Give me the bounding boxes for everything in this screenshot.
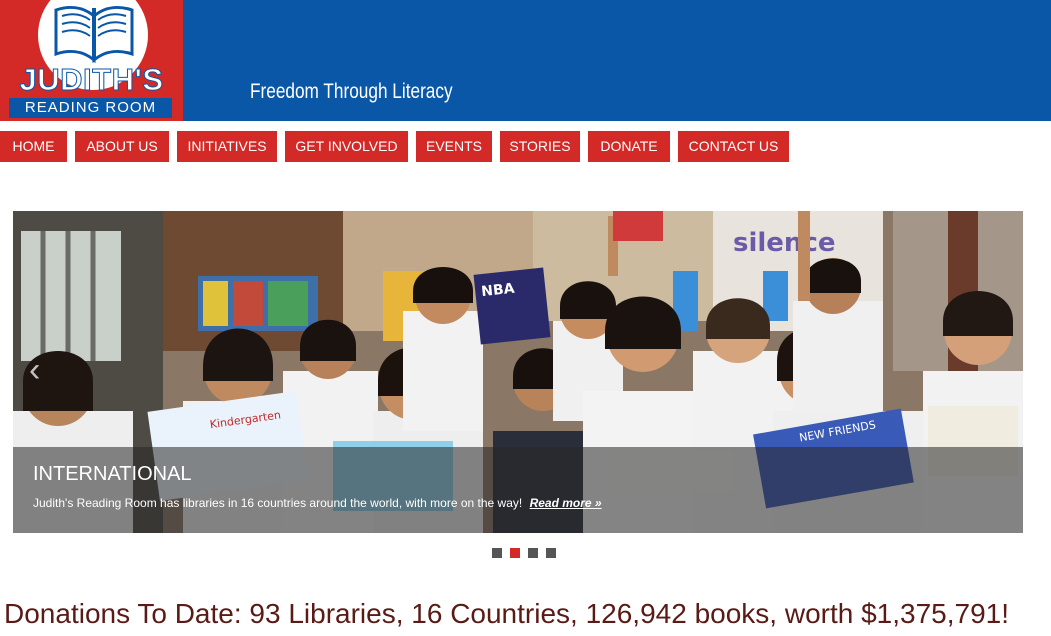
slider-dot-1[interactable] — [492, 548, 502, 558]
logo-name: JUDITH'S — [19, 62, 164, 97]
nav-about-us[interactable]: ABOUT US — [75, 131, 169, 162]
site-logo[interactable]: JUDITH'S READING ROOM — [0, 0, 183, 121]
nav-get-involved[interactable]: GET INVOLVED — [285, 131, 408, 162]
site-tagline: Freedom Through Literacy — [250, 80, 453, 103]
logo-subtitle: READING ROOM — [9, 98, 172, 118]
hero-slider[interactable]: silence NBA Kindergarten NEW FRIENDS ‹ I… — [13, 211, 1023, 533]
donations-to-date: Donations To Date: 93 Libraries, 16 Coun… — [4, 598, 1010, 629]
site-header: JUDITH'S READING ROOM Freedom Through Li… — [0, 0, 1051, 121]
nav-donate[interactable]: DONATE — [588, 131, 670, 162]
nav-initiatives[interactable]: INITIATIVES — [177, 131, 277, 162]
read-more-link[interactable]: Read more » — [530, 496, 602, 510]
slider-prev-arrow-icon[interactable]: ‹ — [29, 351, 40, 390]
nav-stories[interactable]: STORIES — [500, 131, 580, 162]
slide-caption: INTERNATIONAL Judith's Reading Room has … — [13, 447, 1023, 533]
slide-description: Judith's Reading Room has libraries in 1… — [33, 496, 523, 510]
nav-home[interactable]: HOME — [0, 131, 67, 162]
slider-dot-2[interactable] — [510, 548, 520, 558]
slide-text-line: Judith's Reading Room has libraries in 1… — [33, 496, 602, 510]
nav-events[interactable]: EVENTS — [416, 131, 492, 162]
book-icon — [54, 6, 134, 64]
nav-contact-us[interactable]: CONTACT US — [678, 131, 789, 162]
wall-word: silence — [733, 228, 836, 258]
slider-dot-3[interactable] — [528, 548, 538, 558]
slide-title: INTERNATIONAL — [33, 463, 192, 485]
slider-dot-4[interactable] — [546, 548, 556, 558]
